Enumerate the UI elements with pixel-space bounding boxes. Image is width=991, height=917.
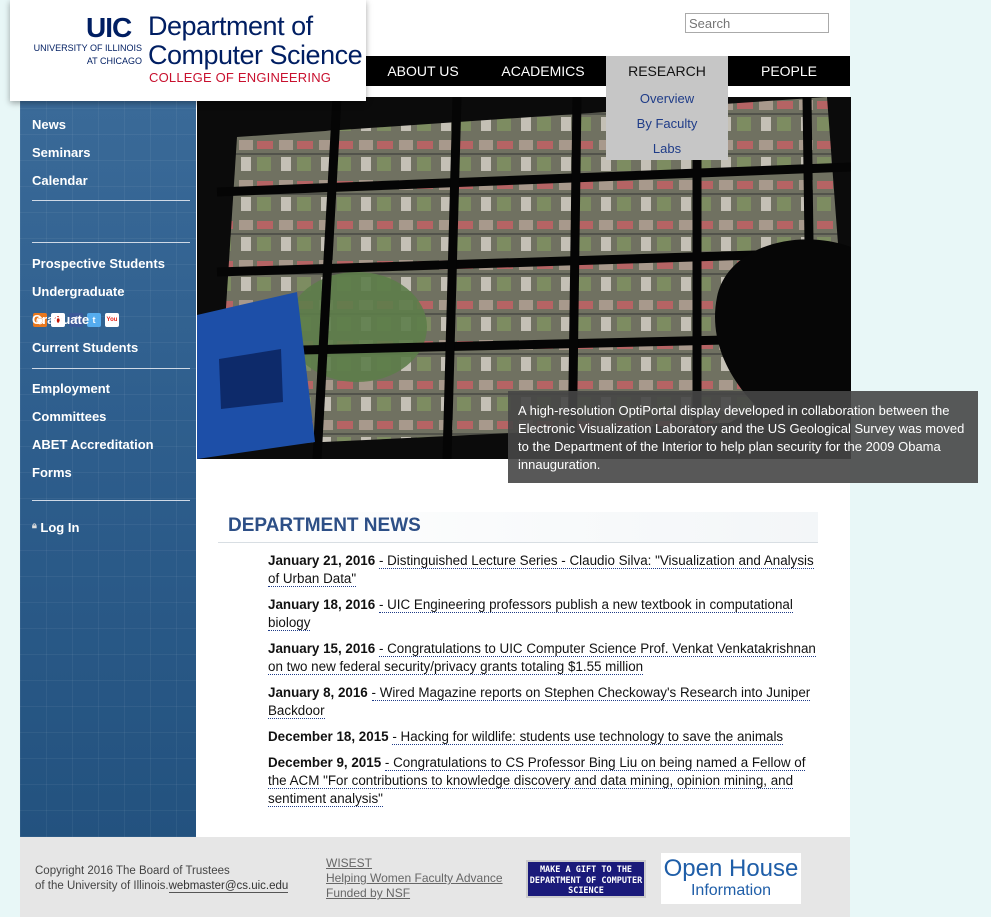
wisest-title[interactable]: WISEST	[326, 856, 503, 871]
sidebar-divider	[32, 500, 190, 501]
sidebar-item-committees[interactable]: Committees	[32, 409, 106, 424]
sidebar-item-abet-accreditation[interactable]: ABET Accreditation	[32, 437, 154, 452]
footer: Copyright 2016 The Board of Trustees of …	[20, 837, 850, 917]
nav-academics[interactable]: ACADEMICS	[480, 56, 606, 86]
sidebar-item-current-students[interactable]: Current Students	[32, 340, 138, 355]
open-house-line1: Open House	[663, 855, 799, 882]
site-logo[interactable]: UIC UNIVERSITY OF ILLINOIS AT CHICAGO De…	[10, 0, 366, 101]
news-date: January 21, 2016	[268, 553, 376, 568]
news-list: January 21, 2016 - Distinguished Lecture…	[268, 552, 818, 816]
lock-icon: 🔒︎	[32, 520, 37, 530]
news-date: January 15, 2016	[268, 641, 376, 656]
webmaster-email-link[interactable]: webmaster@cs.uic.edu	[168, 880, 289, 893]
make-a-gift-button[interactable]: MAKE A GIFT TO THE DEPARTMENT OF COMPUTE…	[526, 860, 646, 898]
sidebar-item-calendar[interactable]: Calendar	[32, 173, 88, 188]
news-headline[interactable]: Hacking for wildlife: students use techn…	[401, 729, 784, 744]
dropdown-item-overview[interactable]: Overview	[606, 86, 728, 111]
search-input[interactable]	[685, 13, 829, 33]
sidebar: News Seminars Calendar ◉ ✱ f t You Prosp…	[20, 100, 196, 837]
login-label: Log In	[40, 520, 80, 535]
wisest-funding[interactable]: Funded by NSF	[326, 886, 503, 901]
sidebar-item-seminars[interactable]: Seminars	[32, 145, 91, 160]
copyright-line1: Copyright 2016 The Board of Trustees	[35, 865, 230, 877]
sidebar-item-prospective-students[interactable]: Prospective Students	[32, 256, 165, 271]
logo-college-text: COLLEGE OF ENGINEERING	[149, 70, 332, 85]
research-dropdown: Overview By Faculty Labs	[606, 86, 728, 160]
sidebar-item-undergraduate[interactable]: Undergraduate	[32, 284, 124, 299]
sidebar-item-employment[interactable]: Employment	[32, 381, 110, 396]
news-item[interactable]: December 18, 2015 - Hacking for wildlife…	[268, 728, 818, 746]
dropdown-item-labs[interactable]: Labs	[606, 136, 728, 161]
news-item[interactable]: January 15, 2016 - Congratulations to UI…	[268, 640, 818, 676]
sidebar-item-news[interactable]: News	[32, 117, 66, 132]
news-item[interactable]: January 21, 2016 - Distinguished Lecture…	[268, 552, 818, 588]
wisest-link[interactable]: WISEST Helping Women Faculty Advance Fun…	[326, 856, 503, 901]
news-date: December 18, 2015	[268, 729, 389, 744]
news-title: DEPARTMENT NEWS	[228, 515, 421, 536]
news-date: December 9, 2015	[268, 755, 382, 770]
youtube-icon[interactable]: You	[105, 313, 119, 327]
copyright-line2: of the University of Illinois.	[35, 880, 169, 892]
news-item[interactable]: December 9, 2015 - Congratulations to CS…	[268, 754, 818, 808]
hero-caption: A high-resolution OptiPortal display dev…	[508, 391, 978, 483]
logo-university-text: UNIVERSITY OF ILLINOIS AT CHICAGO	[33, 43, 142, 66]
logo-dept-line2: Computer Science	[148, 40, 363, 70]
news-date: January 18, 2016	[268, 597, 376, 612]
logo-dept-line1: Department of	[148, 11, 313, 41]
nav-people[interactable]: PEOPLE	[728, 56, 850, 86]
news-date: January 8, 2016	[268, 685, 368, 700]
news-item[interactable]: January 18, 2016 - UIC Engineering profe…	[268, 596, 818, 632]
news-header: DEPARTMENT NEWS	[218, 512, 818, 543]
nav-about-us[interactable]: ABOUT US	[366, 56, 480, 86]
logo-uic-text: UIC	[86, 12, 132, 43]
news-item[interactable]: January 8, 2016 - Wired Magazine reports…	[268, 684, 818, 720]
login-link[interactable]: 🔒︎ Log In	[32, 520, 79, 535]
sidebar-divider	[32, 242, 190, 243]
twitter-icon[interactable]: t	[87, 313, 101, 327]
open-house-line2: Information	[690, 882, 772, 899]
copyright: Copyright 2016 The Board of Trustees of …	[35, 864, 289, 894]
sidebar-item-graduate[interactable]: Graduate	[32, 312, 89, 327]
main-nav: ABOUT US ACADEMICS RESEARCH PEOPLE	[366, 56, 850, 86]
wisest-subtitle[interactable]: Helping Women Faculty Advance	[326, 871, 503, 886]
dropdown-item-by-faculty[interactable]: By Faculty	[606, 111, 728, 136]
logo-department-text: Department of Computer Science	[148, 11, 363, 70]
open-house-button[interactable]: Open House Information	[661, 853, 801, 904]
sidebar-divider	[32, 368, 190, 369]
nav-research[interactable]: RESEARCH	[606, 56, 728, 86]
sidebar-item-forms[interactable]: Forms	[32, 465, 72, 480]
sidebar-divider	[32, 200, 190, 201]
